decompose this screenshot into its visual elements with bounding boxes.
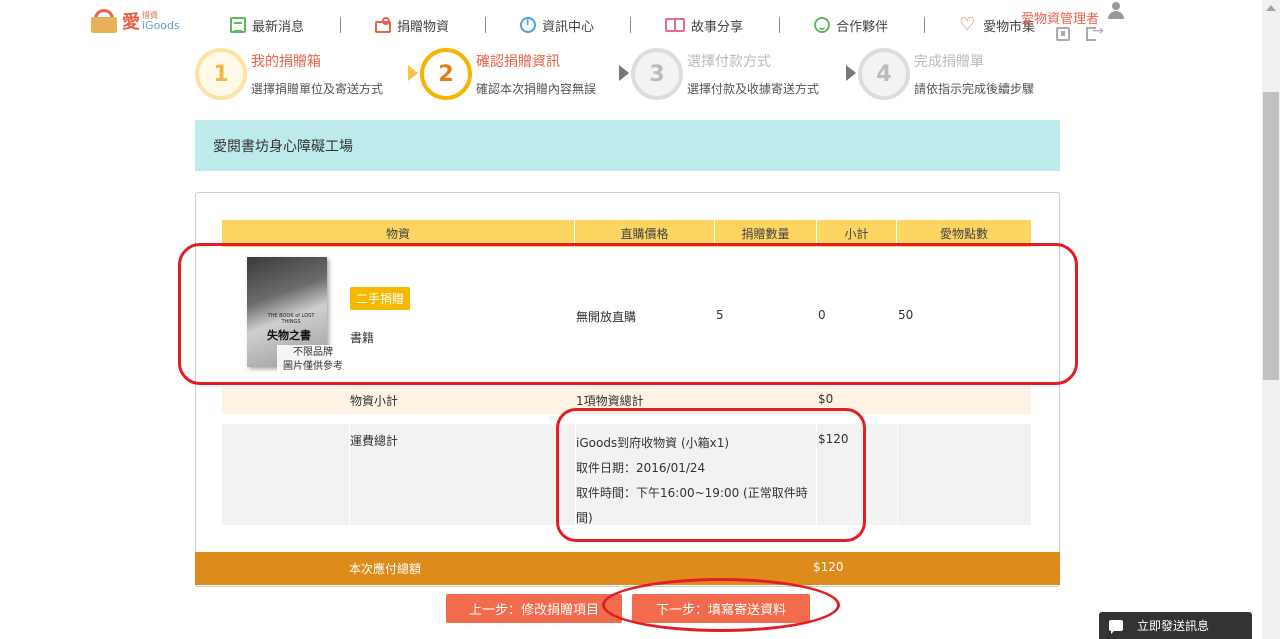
chat-widget-button[interactable]: 立即發送訊息 xyxy=(1099,612,1252,639)
item-subtotal: 0 xyxy=(818,308,826,322)
step-3: 3 選擇付款方式 選擇付款及收據寄送方式 xyxy=(631,48,819,100)
user-name-link[interactable]: 愛物資管理者 xyxy=(1021,8,1099,27)
nav-item-partners[interactable]: 合作夥伴 xyxy=(814,16,888,35)
gift-logo-icon xyxy=(88,8,120,34)
nav-label: 故事分享 xyxy=(691,19,744,35)
book-cover-subtitle: THE BOOK of LOST THINGS xyxy=(267,313,315,325)
column-header-price: 直購價格 xyxy=(575,220,715,247)
nav-item-news[interactable]: 最新消息 xyxy=(230,16,304,35)
brand-name-en: iGoods xyxy=(142,18,180,32)
shipping-details: iGoods到府收物資 (小箱x1) 取件日期：2016/01/24 取件時間：… xyxy=(576,431,816,531)
step-title: 選擇付款方式 xyxy=(687,54,771,70)
items-count-text: 1項物資總計 xyxy=(576,394,644,408)
gift-icon xyxy=(375,16,392,33)
item-points: 50 xyxy=(898,308,914,322)
scrollbar-thumb[interactable] xyxy=(1263,92,1279,380)
main-nav: 最新消息 捐贈物資 資訊中心 故事分享 合作夥伴 ♡ 愛物市集 xyxy=(230,14,1035,36)
step-description: 確認本次捐贈內容無誤 xyxy=(476,82,597,96)
second-hand-badge: 二手捐贈 xyxy=(350,287,411,310)
step-number: 2 xyxy=(420,48,472,100)
previous-step-button[interactable]: 上一步：修改捐贈項目 xyxy=(446,594,622,623)
nav-item-info[interactable]: 資訊中心 xyxy=(520,16,594,35)
shipping-label: 運費總計 xyxy=(350,434,399,448)
column-header-points: 愛物點數 xyxy=(939,227,988,241)
item-category: 書籍 xyxy=(350,331,375,345)
site-logo[interactable]: 愛 惜資 iGoods xyxy=(88,8,180,34)
column-header-item: 物資 xyxy=(222,220,575,247)
news-icon xyxy=(230,17,246,33)
nav-divider xyxy=(924,17,926,33)
brand-name: 愛 xyxy=(122,12,140,33)
pickup-time: 取件時間：下午16:00~19:00 (正常取件時間) xyxy=(576,486,808,525)
image-note-line: 圖片僅供參考 xyxy=(283,361,343,372)
column-header-quantity: 捐贈數量 xyxy=(715,220,817,247)
step-description: 請依指示完成後續步驟 xyxy=(914,82,1035,96)
step-arrow-icon xyxy=(846,65,856,81)
nav-divider xyxy=(485,17,487,33)
book-icon xyxy=(665,18,686,32)
column-header-subtotal: 小計 xyxy=(817,220,897,247)
total-label: 本次應付總額 xyxy=(349,562,422,576)
image-note: 不限品牌 圖片僅供參考 xyxy=(277,345,349,375)
step-title: 我的捐贈箱 xyxy=(251,54,321,70)
step-arrow-icon xyxy=(408,65,418,81)
shipping-method: iGoods到府收物資 (小箱x1) xyxy=(576,436,730,450)
image-note-line: 不限品牌 xyxy=(293,347,333,358)
nav-label: 捐贈物資 xyxy=(397,19,450,35)
step-number: 1 xyxy=(195,48,247,100)
next-step-button[interactable]: 下一步：填寫寄送資料 xyxy=(632,594,810,623)
total-amount: $120 xyxy=(813,560,844,574)
chat-label: 立即發送訊息 xyxy=(1137,619,1210,633)
step-title: 確認捐贈資訊 xyxy=(476,54,560,70)
step-title: 完成捐贈單 xyxy=(914,54,984,70)
table-header: 物資 直購價格 捐贈數量 小計 愛物點數 xyxy=(222,220,1031,247)
nav-divider xyxy=(630,17,632,33)
nav-label: 最新消息 xyxy=(252,19,305,35)
step-1: 1 我的捐贈箱 選擇捐贈單位及寄送方式 xyxy=(195,48,383,100)
table-row: THE BOOK of LOST THINGS 失物之書 不限品牌 圖片僅供參考… xyxy=(222,250,1031,380)
nav-label: 合作夥伴 xyxy=(836,19,889,35)
book-cover-title: 失物之書 xyxy=(267,329,311,342)
step-4: 4 完成捐贈單 請依指示完成後續步驟 xyxy=(858,48,1034,100)
item-price: 無開放直購 xyxy=(576,310,637,324)
items-subtotal-label: 物資小計 xyxy=(350,394,399,408)
nav-label: 資訊中心 xyxy=(542,19,595,35)
step-description: 選擇付款及收據寄送方式 xyxy=(687,82,820,96)
step-2: 2 確認捐贈資訊 確認本次捐贈內容無誤 xyxy=(420,48,596,100)
shipping-amount: $120 xyxy=(818,432,849,446)
total-bar: 本次應付總額 $120 xyxy=(195,552,1060,585)
step-description: 選擇捐贈單位及寄送方式 xyxy=(251,82,384,96)
info-icon xyxy=(520,17,537,33)
nav-item-donate[interactable]: 捐贈物資 xyxy=(375,16,449,35)
shipping-row: 運費總計 iGoods到府收物資 (小箱x1) 取件日期：2016/01/24 … xyxy=(222,424,1031,525)
step-number: 3 xyxy=(631,48,683,100)
nav-item-stories[interactable]: 故事分享 xyxy=(665,16,743,35)
progress-steps: 1 我的捐贈箱 選擇捐贈單位及寄送方式 2 確認捐贈資訊 確認本次捐贈內容無誤 … xyxy=(0,48,1280,104)
user-icon[interactable] xyxy=(1108,2,1124,20)
chat-bubble-icon xyxy=(1109,620,1123,634)
items-subtotal-row: 物資小計 1項物資總計 $0 xyxy=(222,386,1031,414)
bookmark-icon[interactable] xyxy=(1056,27,1070,41)
logout-icon[interactable]: → xyxy=(1086,23,1104,41)
nav-divider xyxy=(340,17,342,33)
item-quantity: 5 xyxy=(716,308,724,322)
items-subtotal-amount: $0 xyxy=(818,392,834,406)
pickup-date: 取件日期：2016/01/24 xyxy=(576,461,706,475)
step-arrow-icon xyxy=(619,65,629,81)
page: 愛 惜資 iGoods 最新消息 捐贈物資 資訊中心 故事分享 合作夥伴 xyxy=(0,0,1280,639)
smile-icon xyxy=(814,17,831,33)
nav-divider xyxy=(779,17,781,33)
step-number: 4 xyxy=(858,48,910,100)
scroll-up-arrow-icon[interactable] xyxy=(1266,5,1276,11)
heart-icon: ♡ xyxy=(959,14,976,35)
organization-bar: 愛閱書坊身心障礙工場 xyxy=(195,120,1060,171)
organization-name: 愛閱書坊身心障礙工場 xyxy=(213,138,353,155)
